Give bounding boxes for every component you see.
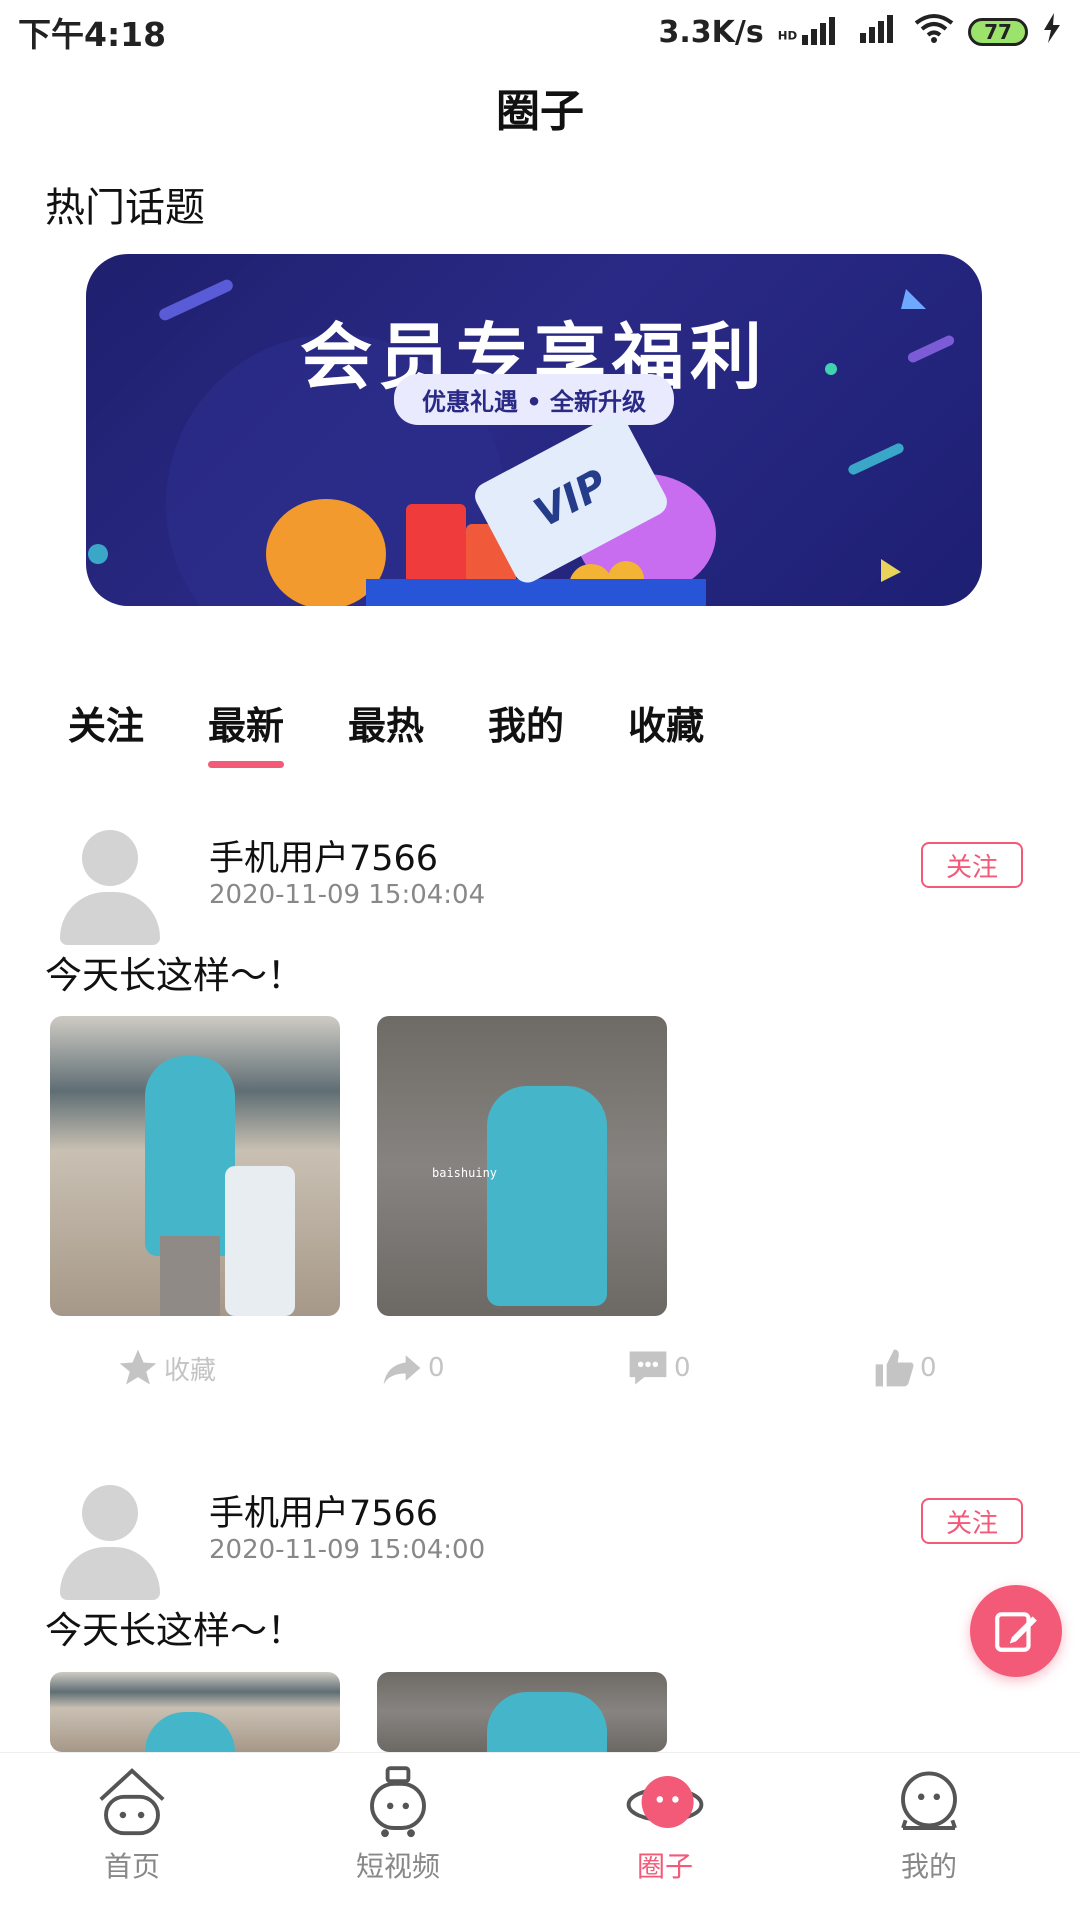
like-count: 0 xyxy=(920,1353,937,1383)
signal-icon-2 xyxy=(860,13,900,51)
circle-face-icon xyxy=(626,1776,704,1828)
edit-icon xyxy=(995,1612,1037,1652)
home-icon xyxy=(99,1768,165,1836)
banner-subtitle: 优惠礼遇 • 全新升级 xyxy=(393,374,675,425)
status-bar: 下午4:18 3.3K/s HD 77 xyxy=(0,0,1080,64)
nav-profile[interactable]: 我的 xyxy=(859,1763,999,1885)
bottom-nav: 首页 短视频 圈子 我的 xyxy=(0,1752,1080,1921)
follow-button[interactable]: 关注 xyxy=(921,842,1023,888)
tab-mine[interactable]: 我的 xyxy=(488,695,564,750)
nav-label: 我的 xyxy=(900,1850,957,1883)
avatar[interactable] xyxy=(60,830,160,945)
feed-tabs: 关注 最新 最热 我的 收藏 xyxy=(68,695,704,768)
nav-label: 短视频 xyxy=(355,1850,440,1883)
profile-face-icon xyxy=(901,1771,957,1830)
favorite-button[interactable]: 收藏 xyxy=(116,1346,216,1390)
battery-icon: 77 xyxy=(968,18,1028,46)
comment-icon xyxy=(629,1351,667,1385)
post-photo[interactable] xyxy=(50,1672,340,1752)
comment-count: 0 xyxy=(674,1353,691,1383)
post-username[interactable]: 手机用户7566 xyxy=(209,830,438,881)
comment-button[interactable]: 0 xyxy=(626,1346,691,1390)
post-text: 今天长这样～！ xyxy=(45,1609,304,1652)
post-photo[interactable]: baishuiny xyxy=(377,1016,667,1316)
nav-home[interactable]: 首页 xyxy=(62,1763,202,1885)
compose-button[interactable] xyxy=(970,1585,1062,1677)
nav-label: 首页 xyxy=(103,1850,160,1883)
share-button[interactable]: 0 xyxy=(380,1346,445,1390)
post-timestamp: 2020-11-09 15:04:00 xyxy=(209,1535,486,1565)
post-photo[interactable] xyxy=(377,1672,667,1752)
charging-icon xyxy=(1042,13,1062,51)
tab-latest[interactable]: 最新 xyxy=(208,695,285,768)
follow-button[interactable]: 关注 xyxy=(921,1498,1023,1544)
share-count: 0 xyxy=(428,1353,445,1383)
nav-circle[interactable]: 圈子 xyxy=(595,1763,735,1885)
hd-badge: HD xyxy=(777,28,798,43)
page-title: 圈子 xyxy=(496,86,584,137)
nav-short-video[interactable]: 短视频 xyxy=(328,1763,468,1885)
status-time: 下午4:18 xyxy=(18,15,167,54)
post-actions: 收藏 0 0 0 xyxy=(0,1346,1080,1396)
hot-topics-heading: 热门话题 xyxy=(45,185,205,231)
post-username[interactable]: 手机用户7566 xyxy=(209,1485,438,1536)
like-button[interactable]: 0 xyxy=(872,1346,937,1390)
member-benefits-banner[interactable]: 会员专享福利 优惠礼遇 • 全新升级 VIP xyxy=(86,254,982,606)
video-robot-icon xyxy=(370,1766,426,1838)
network-speed: 3.3K/s xyxy=(658,14,764,50)
tab-favorites[interactable]: 收藏 xyxy=(628,695,704,750)
post-text: 今天长这样～！ xyxy=(45,954,304,997)
photo-watermark: baishuiny xyxy=(432,1166,498,1180)
wifi-icon xyxy=(914,13,954,51)
avatar[interactable] xyxy=(60,1485,160,1600)
signal-icon: HD xyxy=(778,15,846,49)
star-icon xyxy=(119,1349,157,1385)
favorite-label: 收藏 xyxy=(164,1355,217,1386)
nav-label: 圈子 xyxy=(636,1850,693,1883)
post-photo[interactable] xyxy=(50,1016,340,1316)
status-icons: 3.3K/s HD 77 xyxy=(658,13,1062,51)
tab-hottest[interactable]: 最热 xyxy=(348,695,424,750)
post-timestamp: 2020-11-09 15:04:04 xyxy=(209,880,486,910)
tab-following[interactable]: 关注 xyxy=(68,695,144,750)
share-icon xyxy=(383,1355,421,1385)
thumbs-up-icon xyxy=(875,1349,914,1387)
